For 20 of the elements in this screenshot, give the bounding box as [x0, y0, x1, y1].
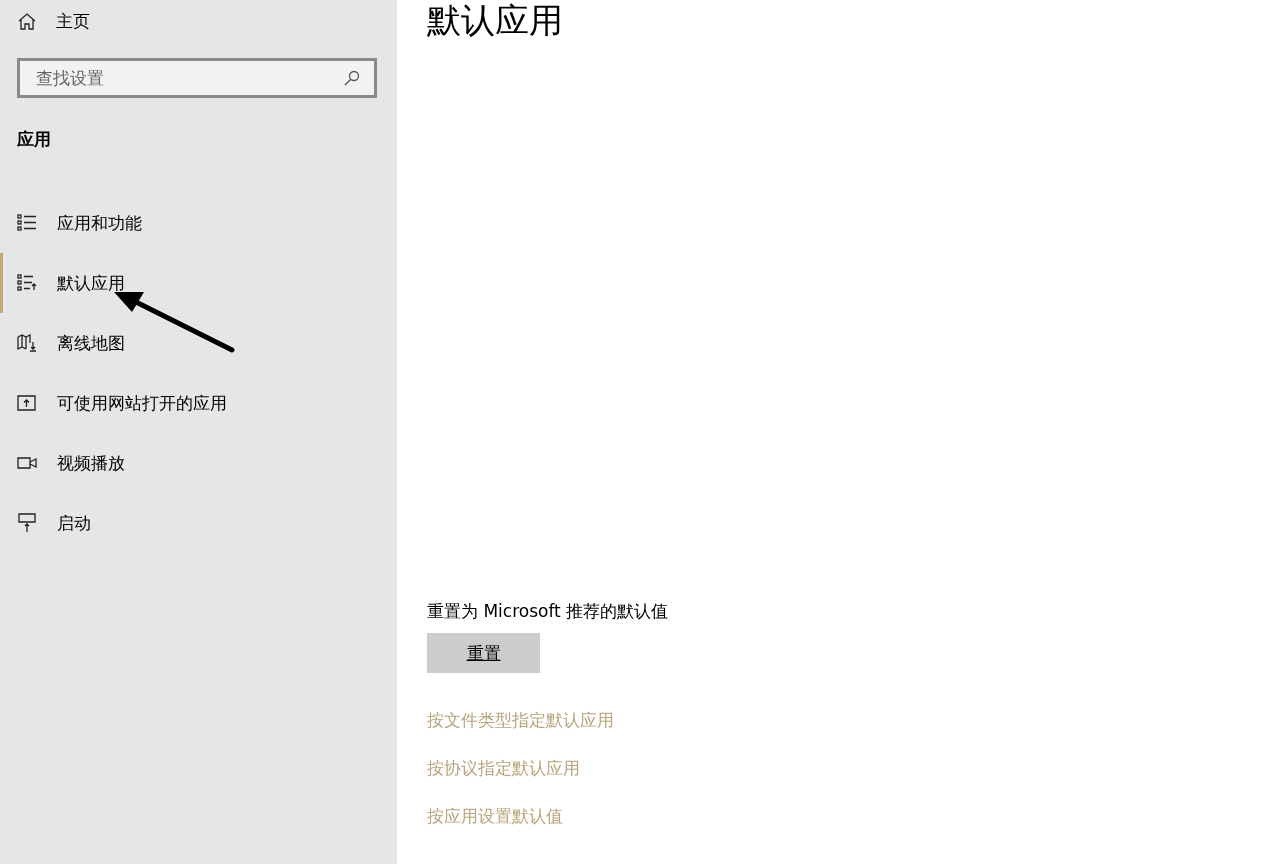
window-icon	[17, 394, 37, 412]
nav-item[interactable]: 应用和功能	[0, 193, 397, 253]
reset-button[interactable]: 重置	[427, 633, 540, 673]
search-input[interactable]: 查找设置	[34, 67, 344, 89]
nav-item[interactable]: 离线地图	[0, 313, 397, 373]
nav-item[interactable]: 视频播放	[0, 433, 397, 493]
list-icon	[17, 214, 37, 232]
reset-label: 重置为 Microsoft 推荐的默认值	[427, 600, 670, 623]
section-title: 应用	[17, 128, 52, 151]
list-icon	[17, 274, 37, 292]
search-icon	[344, 70, 360, 86]
monitor-icon	[17, 513, 37, 533]
home-link[interactable]: 主页	[56, 9, 90, 33]
page-title: 默认应用	[427, 0, 564, 40]
nav-item[interactable]: 可使用网站打开的应用	[0, 373, 397, 433]
camera-icon	[17, 454, 37, 472]
home-icon	[18, 12, 36, 30]
map-icon	[17, 334, 37, 352]
search-field[interactable]: 查找设置	[17, 58, 377, 98]
nav-item[interactable]: 启动	[0, 493, 397, 553]
